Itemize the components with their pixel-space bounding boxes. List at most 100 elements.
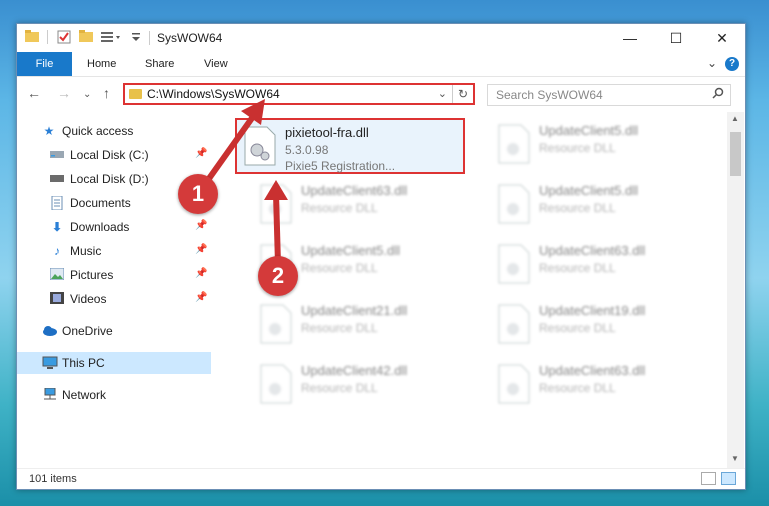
refresh-icon[interactable]: ↻ [452, 85, 473, 103]
dll-file-icon [259, 304, 293, 344]
tab-share[interactable]: Share [145, 52, 174, 76]
file-description: Resource DLL [539, 321, 616, 335]
up-arrow-icon[interactable]: ↑ [103, 86, 110, 100]
item-count: 101 items [29, 473, 77, 485]
file-item[interactable]: UpdateClient5.dll Resource DLL [491, 118, 721, 174]
file-name: UpdateClient42.dll [301, 363, 408, 378]
file-name: UpdateClient63.dll [539, 363, 646, 378]
title-divider [149, 31, 150, 45]
file-item[interactable]: UpdateClient63.dll Resource DLL [491, 358, 721, 414]
sidebar-item-downloads[interactable]: ⬇ Downloads 📌 [17, 216, 211, 238]
recent-locations-icon[interactable]: ⌄ [83, 88, 91, 102]
cloud-icon [42, 324, 57, 338]
file-version: 5.3.0.98 [285, 143, 329, 157]
forward-arrow-icon[interactable]: → [57, 86, 71, 100]
file-item[interactable]: UpdateClient42.dll Resource DLL [253, 358, 483, 414]
download-icon: ⬇ [51, 220, 63, 234]
customize-icon[interactable] [101, 30, 123, 44]
expand-ribbon-icon[interactable]: ⌄ [707, 56, 717, 70]
dll-file-icon [497, 244, 531, 284]
file-list: pixietool-fra.dll 5.3.0.98 Pixie5 Regist… [235, 112, 725, 468]
sidebar-item-label: OneDrive [62, 324, 113, 338]
file-description: Resource DLL [539, 261, 616, 275]
pin-icon[interactable]: 📌 [195, 268, 207, 279]
explorer-window: SysWOW64 — ☐ ✕ File Home Share View ⌄ ? … [16, 23, 746, 490]
sidebar-item-label: Network [62, 388, 107, 402]
file-description: Resource DLL [539, 141, 616, 155]
file-description: Resource DLL [539, 201, 616, 215]
pin-icon[interactable]: 📌 [195, 220, 207, 231]
window-title: SysWOW64 [157, 31, 223, 45]
file-tab[interactable]: File [17, 52, 72, 76]
properties-icon[interactable] [57, 30, 71, 44]
maximize-button[interactable]: ☐ [653, 24, 699, 52]
sidebar-item-label: Videos [70, 292, 107, 306]
pin-icon[interactable]: 📌 [195, 292, 207, 303]
scroll-down-icon[interactable]: ▼ [731, 454, 739, 463]
videos-icon [50, 292, 64, 306]
file-name: UpdateClient63.dll [539, 243, 646, 258]
tiles-view-icon[interactable] [721, 472, 736, 485]
file-name: UpdateClient21.dll [301, 303, 408, 318]
address-dropdown-icon[interactable]: ⌄ [438, 87, 447, 100]
tab-view[interactable]: View [204, 52, 228, 76]
file-name: pixietool-fra.dll [285, 125, 369, 140]
sidebar-item-videos[interactable]: Videos 📌 [17, 288, 211, 310]
details-view-icon[interactable] [701, 472, 716, 485]
file-item[interactable]: UpdateClient19.dll Resource DLL [491, 298, 721, 354]
step-1-marker: 1 [178, 174, 218, 214]
dll-file-icon [497, 304, 531, 344]
title-bar: SysWOW64 — ☐ ✕ [17, 24, 745, 52]
address-bar[interactable]: C:\Windows\SysWOW64 ⌄ ↻ [123, 83, 475, 105]
sidebar-item-this-pc[interactable]: This PC [17, 352, 211, 374]
new-folder-icon[interactable] [79, 30, 93, 44]
scroll-thumb[interactable] [730, 132, 741, 176]
close-button[interactable]: ✕ [699, 24, 745, 52]
vertical-scrollbar[interactable]: ▲ ▼ [727, 112, 744, 468]
sidebar-item-music[interactable]: ♪ Music 📌 [17, 240, 211, 262]
dll-file-icon [259, 364, 293, 404]
file-item[interactable]: UpdateClient5.dll Resource DLL [491, 178, 721, 234]
computer-icon [42, 356, 58, 370]
status-bar: 101 items [17, 468, 745, 489]
pin-icon[interactable]: 📌 [195, 244, 207, 255]
file-item[interactable]: UpdateClient21.dll Resource DLL [253, 298, 483, 354]
sidebar-item-pictures[interactable]: Pictures 📌 [17, 264, 211, 286]
folder-icon[interactable] [25, 30, 39, 44]
file-item[interactable]: UpdateClient63.dll Resource DLL [491, 238, 721, 294]
scroll-up-icon[interactable]: ▲ [731, 114, 739, 123]
minimize-button[interactable]: — [607, 24, 653, 52]
star-icon: ★ [43, 124, 55, 138]
file-description: Resource DLL [539, 381, 616, 395]
sidebar-item-onedrive[interactable]: OneDrive [17, 320, 211, 342]
step-2-marker: 2 [258, 256, 298, 296]
file-description: Resource DLL [301, 261, 378, 275]
sidebar-item-label: Local Disk (C:) [70, 148, 149, 162]
file-name: UpdateClient63.dll [301, 183, 408, 198]
annotation-arrow-2 [264, 180, 288, 265]
sidebar-item-local-disk-c[interactable]: Local Disk (C:) 📌 [17, 144, 211, 166]
back-arrow-icon[interactable]: ← [27, 86, 41, 100]
sidebar-item-network[interactable]: Network [17, 384, 211, 406]
sidebar-item-label: Pictures [70, 268, 114, 282]
sidebar-item-quick-access[interactable]: ★ Quick access [17, 120, 211, 142]
documents-icon [50, 195, 64, 211]
drive-icon [50, 148, 64, 162]
divider [47, 30, 48, 44]
search-input[interactable]: Search SysWOW64 [487, 84, 731, 106]
search-placeholder: Search SysWOW64 [496, 88, 603, 102]
search-icon[interactable] [712, 87, 724, 102]
dll-file-icon [497, 364, 531, 404]
network-icon [42, 387, 56, 402]
sidebar-item-label: Documents [70, 196, 131, 210]
tab-home[interactable]: Home [87, 52, 116, 76]
file-name: UpdateClient5.dll [539, 183, 639, 198]
navigation-pane: ★ Quick access Local Disk (C:) 📌 Local D… [17, 112, 211, 468]
sidebar-item-label: This PC [62, 356, 105, 370]
help-button[interactable]: ? [725, 57, 739, 71]
sidebar-item-label: Local Disk (D:) [70, 172, 149, 186]
quick-access-dropdown-icon[interactable] [131, 30, 141, 44]
sidebar-item-label: Music [70, 244, 102, 258]
dll-file-icon [497, 184, 531, 224]
dll-file-icon [497, 124, 531, 164]
